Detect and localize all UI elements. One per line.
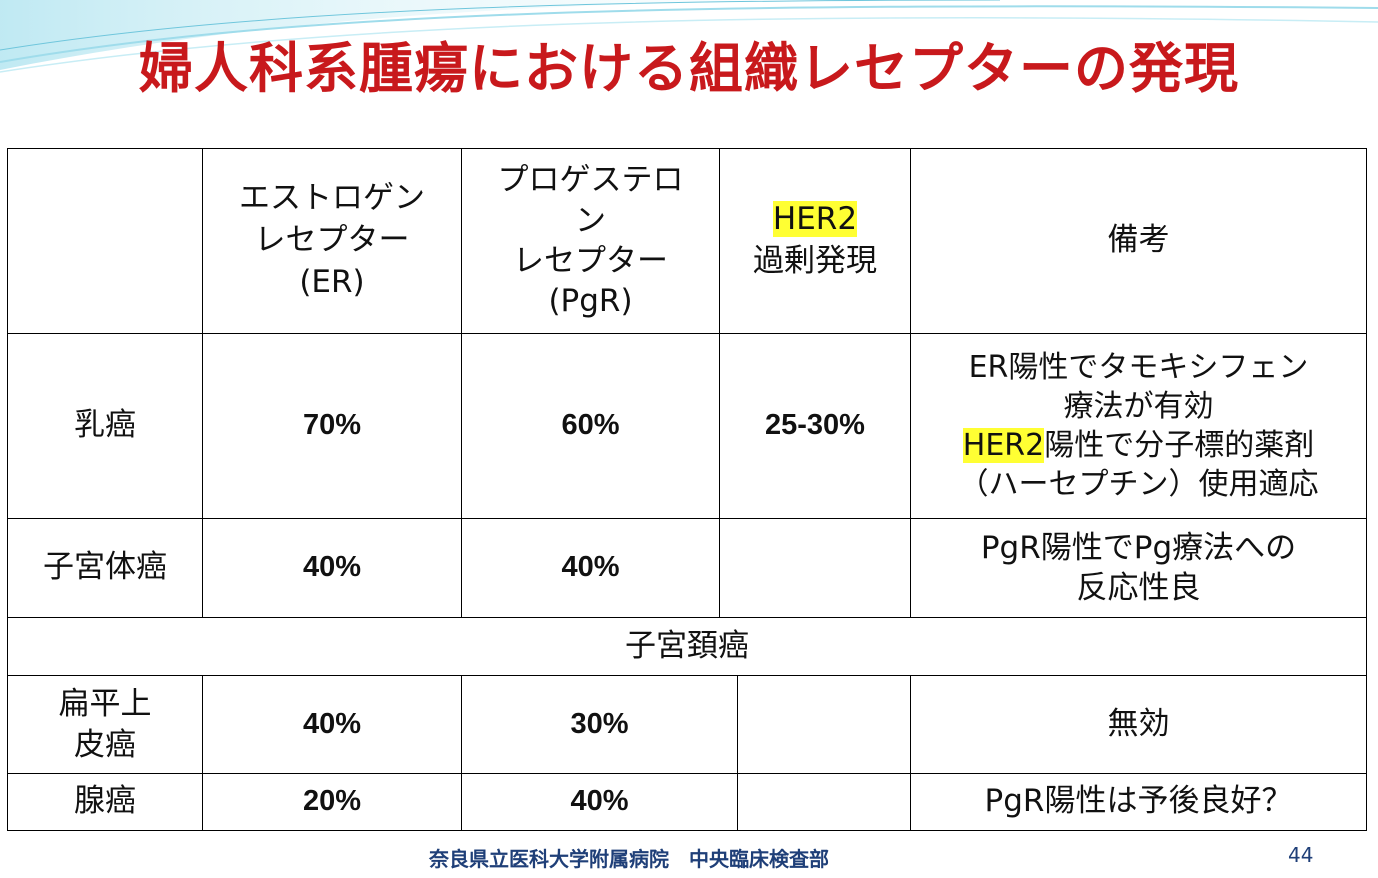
header-pgr: プロゲステロ ン レセプター (PgR) xyxy=(461,148,720,334)
breast-notes-line3: 陽性で分子標的薬剤 xyxy=(1044,428,1315,463)
endometrial-her2 xyxy=(719,518,911,618)
endometrial-pgr: 40% xyxy=(461,518,720,618)
table-row-cervical-header: 子宮頚癌 xyxy=(7,617,1367,676)
header-er: エストロゲン レセプター (ER) xyxy=(202,148,462,334)
header-er-line3: (ER) xyxy=(299,263,365,300)
slide-title: 婦人科系腫瘍における組織レセプターの発現 xyxy=(139,37,1239,100)
page-number: 44 xyxy=(1288,843,1314,867)
table-header-row: エストロゲン レセプター (ER) プロゲステロ ン レセプター (PgR) H… xyxy=(7,148,1367,334)
squamous-notes: 無効 xyxy=(910,675,1367,774)
squamous-er: 40% xyxy=(202,675,462,774)
header-er-line2: レセプター xyxy=(254,222,410,259)
slide-footer: 奈良県立医科大学附属病院 中央臨床検査部 xyxy=(429,847,829,871)
adeno-notes: PgR陽性は予後良好？ xyxy=(910,773,1367,831)
breast-notes-line1: ER陽性でタモキシフェン xyxy=(968,350,1309,385)
header-pgr-line2: ン xyxy=(575,202,606,239)
header-pgr-line4: (PgR) xyxy=(548,283,633,320)
endometrial-notes-line1: PgR陽性でPg療法への xyxy=(980,529,1297,566)
breast-notes: ER陽性でタモキシフェン 療法が有効 HER2陽性で分子標的薬剤 （ハーセプチン… xyxy=(910,333,1367,519)
squamous-pgr: 30% xyxy=(461,675,738,774)
receptor-table: エストロゲン レセプター (ER) プロゲステロ ン レセプター (PgR) H… xyxy=(7,148,1367,831)
endometrial-er: 40% xyxy=(202,518,462,618)
table-row-adeno: 腺癌 20% 40% PgR陽性は予後良好？ xyxy=(7,773,1367,831)
breast-pgr: 60% xyxy=(461,333,720,519)
row-label-adeno: 腺癌 xyxy=(7,773,203,831)
squamous-label-line1: 扁平上 xyxy=(58,686,152,723)
endometrial-notes: PgR陽性でPg療法への 反応性良 xyxy=(910,518,1367,618)
adeno-pgr: 40% xyxy=(461,773,738,831)
breast-er: 70% xyxy=(202,333,462,519)
breast-her2: 25-30% xyxy=(719,333,911,519)
squamous-her2 xyxy=(737,675,911,774)
header-her2-tag: HER2 xyxy=(772,201,858,238)
header-her2-text: 過剰発現 xyxy=(753,243,877,279)
table-row-breast: 乳癌 70% 60% 25-30% ER陽性でタモキシフェン 療法が有効 HER… xyxy=(7,333,1367,519)
header-pgr-line3: レセプター xyxy=(513,243,668,279)
header-corner-cell xyxy=(7,148,203,334)
row-label-endometrial: 子宮体癌 xyxy=(7,518,203,618)
squamous-label-line2: 皮癌 xyxy=(74,726,136,763)
breast-notes-her2-tag: HER2 xyxy=(962,428,1045,463)
breast-notes-line4: （ハーセプチン）使用適応 xyxy=(958,467,1319,502)
table-row-endometrial: 子宮体癌 40% 40% PgR陽性でPg療法への 反応性良 xyxy=(7,518,1367,618)
row-label-squamous: 扁平上 皮癌 xyxy=(7,675,203,774)
adeno-her2 xyxy=(737,773,911,831)
header-pgr-line1: プロゲステロ xyxy=(497,162,684,199)
header-er-line1: エストロゲン xyxy=(239,180,425,217)
table-row-squamous: 扁平上 皮癌 40% 30% 無効 xyxy=(7,675,1367,774)
breast-notes-line2: 療法が有効 xyxy=(1063,389,1214,424)
endometrial-notes-line2: 反応性良 xyxy=(1076,570,1201,606)
header-her2: HER2 過剰発現 xyxy=(719,148,911,334)
adeno-er: 20% xyxy=(202,773,462,831)
cervical-section-header: 子宮頚癌 xyxy=(7,617,1367,676)
header-notes: 備考 xyxy=(910,148,1367,334)
row-label-breast: 乳癌 xyxy=(7,333,203,519)
